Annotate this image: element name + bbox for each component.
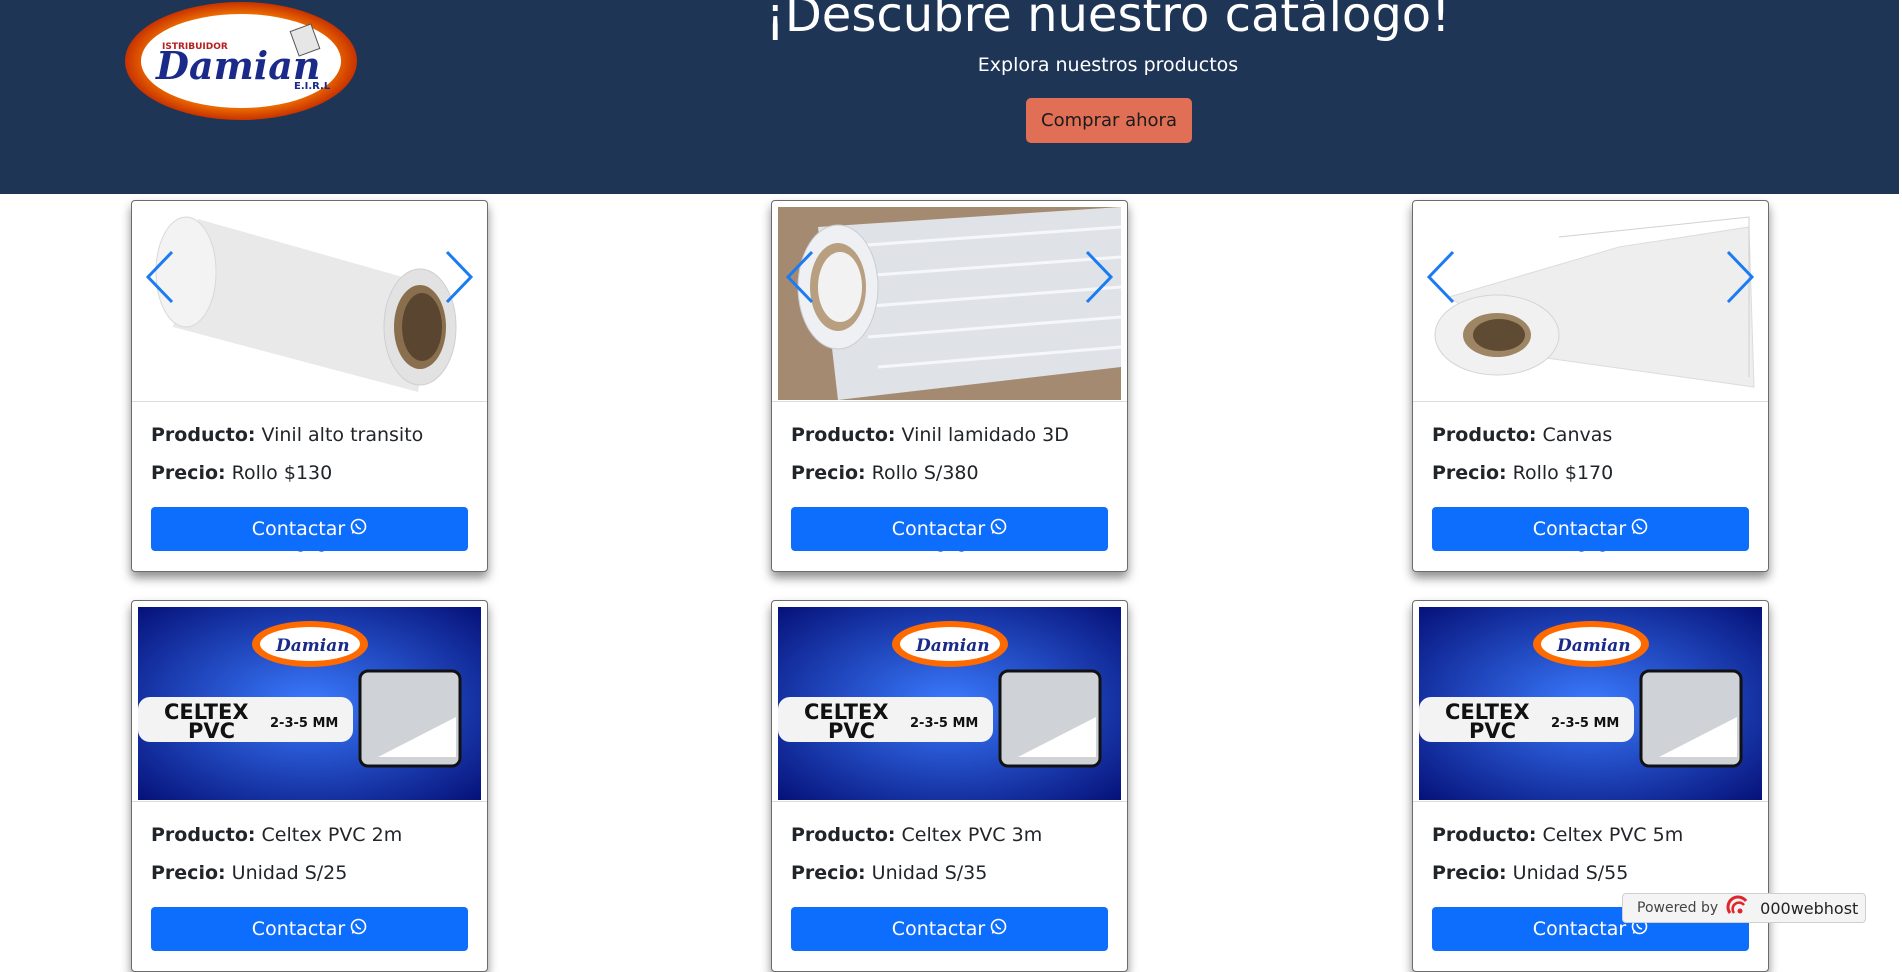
logo-suffix-text: E.I.R.L <box>294 81 331 92</box>
product-price: Unidad S/25 <box>231 862 348 884</box>
whatsapp-icon <box>990 918 1007 940</box>
price-label: Precio: <box>151 462 226 484</box>
whatsapp-icon <box>350 918 367 940</box>
product-price-line: Precio: Unidad S/25 <box>151 860 347 886</box>
product-label: Producto: <box>1432 824 1537 846</box>
product-price-line: Precio: Rollo $170 <box>1432 460 1613 486</box>
card-divider <box>772 801 1127 802</box>
product-label: Producto: <box>791 424 896 446</box>
celtex-banner-image: Damian CELTEX PVC 2-3-5 MM <box>1419 607 1762 800</box>
product-card: Producto: Canvas Precio: Rollo $170 Cont… <box>1412 200 1769 572</box>
celtex-banner-image: Damian CELTEX PVC 2-3-5 MM <box>778 607 1121 800</box>
card-divider <box>132 801 487 802</box>
card-divider <box>772 401 1127 402</box>
contact-label: Contactar <box>251 518 346 540</box>
banner-sizes: 2-3-5 MM <box>270 716 338 731</box>
product-price: Rollo $130 <box>231 462 333 484</box>
price-label: Precio: <box>791 462 866 484</box>
product-price-line: Precio: Unidad S/55 <box>1432 860 1628 886</box>
product-name-line: Producto: Vinil alto transito <box>151 422 423 448</box>
card-divider <box>132 401 487 402</box>
product-name-line: Producto: Canvas <box>1432 422 1612 448</box>
banner-line2: PVC <box>188 719 235 743</box>
product-label: Producto: <box>151 424 256 446</box>
product-price-line: Precio: Rollo S/380 <box>791 460 979 486</box>
buy-now-button[interactable]: Comprar ahora <box>1026 98 1192 143</box>
product-name: Vinil lamidado 3D <box>901 424 1069 446</box>
product-label: Producto: <box>1432 424 1537 446</box>
contact-label: Contactar <box>251 918 346 940</box>
contact-label: Contactar <box>1532 918 1627 940</box>
carousel-next-icon[interactable] <box>443 249 475 305</box>
product-image: Damian CELTEX PVC 2-3-5 MM <box>778 607 1121 800</box>
price-label: Precio: <box>1432 462 1507 484</box>
product-name-line: Producto: Celtex PVC 5m <box>1432 822 1683 848</box>
celtex-banner-image: Damian CELTEX PVC 2-3-5 MM <box>138 607 481 800</box>
product-price: Rollo $170 <box>1512 462 1614 484</box>
carousel-prev-icon[interactable] <box>784 249 816 305</box>
price-label: Precio: <box>1432 862 1507 884</box>
contact-button[interactable]: Contactar <box>151 907 468 951</box>
product-name: Celtex PVC 3m <box>901 824 1043 846</box>
whatsapp-icon <box>990 518 1007 540</box>
product-price-line: Precio: Unidad S/35 <box>791 860 987 886</box>
product-name-line: Producto: Celtex PVC 3m <box>791 822 1042 848</box>
contact-button[interactable]: Contactar <box>791 907 1108 951</box>
product-image: Damian CELTEX PVC 2-3-5 MM <box>138 607 481 800</box>
product-name: Celtex PVC 5m <box>1542 824 1684 846</box>
product-card: Producto: Vinil lamidado 3D Precio: Roll… <box>771 200 1128 572</box>
product-price: Unidad S/35 <box>871 862 988 884</box>
product-image-carousel <box>778 207 1121 400</box>
banner-brand: Damian <box>915 636 990 656</box>
product-name: Celtex PVC 2m <box>261 824 403 846</box>
page-title: ¡Descubre nuestro catálogo! <box>765 0 1451 43</box>
contact-label: Contactar <box>891 918 986 940</box>
banner-sizes: 2-3-5 MM <box>1551 716 1619 731</box>
product-label: Producto: <box>151 824 256 846</box>
powered-by-text: Powered by <box>1637 900 1719 916</box>
card-divider <box>1413 801 1768 802</box>
banner-sizes: 2-3-5 MM <box>910 716 978 731</box>
product-price-line: Precio: Rollo $130 <box>151 460 332 486</box>
price-label: Precio: <box>791 862 866 884</box>
product-card: Producto: Vinil alto transito Precio: Ro… <box>131 200 488 572</box>
carousel-prev-icon[interactable] <box>1425 249 1457 305</box>
price-label: Precio: <box>151 862 226 884</box>
contact-label: Contactar <box>1532 518 1627 540</box>
product-name: Canvas <box>1542 424 1613 446</box>
contact-button[interactable]: Contactar <box>791 507 1108 551</box>
banner-line2: PVC <box>828 719 875 743</box>
whatsapp-icon <box>350 518 367 540</box>
product-label: Producto: <box>791 824 896 846</box>
product-price: Rollo S/380 <box>871 462 979 484</box>
laminated-vinyl-image <box>778 207 1121 400</box>
carousel-next-icon[interactable] <box>1083 249 1115 305</box>
banner-line2: PVC <box>1469 719 1516 743</box>
vinyl-roll-image <box>138 207 481 400</box>
card-divider <box>1413 401 1768 402</box>
product-image: Damian CELTEX PVC 2-3-5 MM <box>1419 607 1762 800</box>
banner-brand: Damian <box>1556 636 1631 656</box>
webhost-logo-icon <box>1726 895 1752 921</box>
product-card: Damian CELTEX PVC 2-3-5 MM Producto: Cel… <box>771 600 1128 972</box>
product-name-line: Producto: Vinil lamidado 3D <box>791 422 1069 448</box>
product-card: Damian CELTEX PVC 2-3-5 MM Producto: Cel… <box>131 600 488 972</box>
contact-button[interactable]: Contactar <box>151 507 468 551</box>
product-name: Vinil alto transito <box>261 424 424 446</box>
product-image-carousel <box>1419 207 1762 400</box>
hero-header: ISTRIBUIDOR Damian E.I.R.L ¡Descubre nue… <box>0 0 1899 194</box>
carousel-next-icon[interactable] <box>1724 249 1756 305</box>
hosting-badge[interactable]: Powered by 000webhost <box>1622 893 1866 923</box>
page-subtitle: Explora nuestros productos <box>977 54 1239 76</box>
canvas-roll-image <box>1419 207 1762 400</box>
banner-brand: Damian <box>275 636 350 656</box>
product-image-carousel <box>138 207 481 400</box>
contact-label: Contactar <box>891 518 986 540</box>
carousel-prev-icon[interactable] <box>144 249 176 305</box>
whatsapp-icon <box>1631 518 1648 540</box>
product-price: Unidad S/55 <box>1512 862 1629 884</box>
webhost-name: 000webhost <box>1760 898 1859 918</box>
contact-button[interactable]: Contactar <box>1432 507 1749 551</box>
product-name-line: Producto: Celtex PVC 2m <box>151 822 402 848</box>
